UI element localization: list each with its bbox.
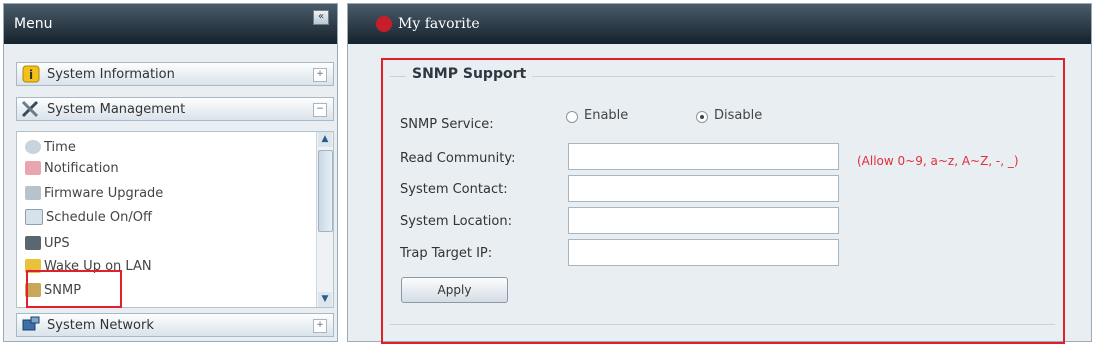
- scrollbar[interactable]: ▲ ▼: [316, 132, 333, 307]
- list-item-label: Schedule On/Off: [46, 209, 152, 225]
- list-item-firmware-upgrade[interactable]: Firmware Upgrade: [25, 182, 163, 204]
- collapse-icon[interactable]: −: [313, 103, 327, 117]
- list-item-label: UPS: [44, 235, 70, 251]
- clock-icon: [25, 140, 41, 154]
- svg-text:i: i: [29, 68, 33, 82]
- list-item-notification[interactable]: Notification: [25, 157, 119, 179]
- firmware-icon: [25, 186, 41, 200]
- section-system-network[interactable]: System Network +: [16, 313, 334, 337]
- list-item-time[interactable]: Time: [25, 136, 76, 158]
- content-highlight-box: [381, 58, 1065, 344]
- list-item-schedule[interactable]: Schedule On/Off: [25, 206, 152, 228]
- collapse-menu-button[interactable]: «: [313, 10, 329, 25]
- expand-icon[interactable]: +: [313, 319, 327, 333]
- expand-icon[interactable]: +: [313, 68, 327, 82]
- scroll-up-icon[interactable]: ▲: [318, 132, 332, 147]
- network-icon: [21, 316, 41, 334]
- content-panel: My favorite SNMP Support SNMP Service: E…: [347, 3, 1092, 344]
- list-item-ups[interactable]: UPS: [25, 232, 70, 254]
- snmp-highlight-box: [26, 270, 122, 308]
- ups-icon: [25, 236, 41, 250]
- menu-header: Menu «: [4, 4, 337, 44]
- section-label: System Information: [47, 66, 175, 82]
- scroll-down-icon[interactable]: ▼: [318, 292, 332, 307]
- heart-icon: [376, 16, 392, 32]
- section-label: System Management: [47, 101, 186, 117]
- list-item-label: Time: [44, 139, 76, 155]
- notification-icon: [25, 161, 41, 175]
- tools-icon: [21, 100, 41, 118]
- schedule-icon: [25, 209, 43, 225]
- scrollbar-thumb[interactable]: [318, 150, 333, 232]
- page-title: My favorite: [398, 16, 480, 32]
- list-item-label: Notification: [44, 160, 119, 176]
- favorite-header: My favorite: [348, 4, 1091, 44]
- info-icon: i: [21, 65, 41, 83]
- section-system-management[interactable]: System Management −: [16, 97, 334, 121]
- menu-title: Menu: [14, 16, 53, 32]
- section-system-information[interactable]: i System Information +: [16, 62, 334, 86]
- section-label: System Network: [47, 317, 154, 333]
- list-item-label: Firmware Upgrade: [44, 185, 164, 201]
